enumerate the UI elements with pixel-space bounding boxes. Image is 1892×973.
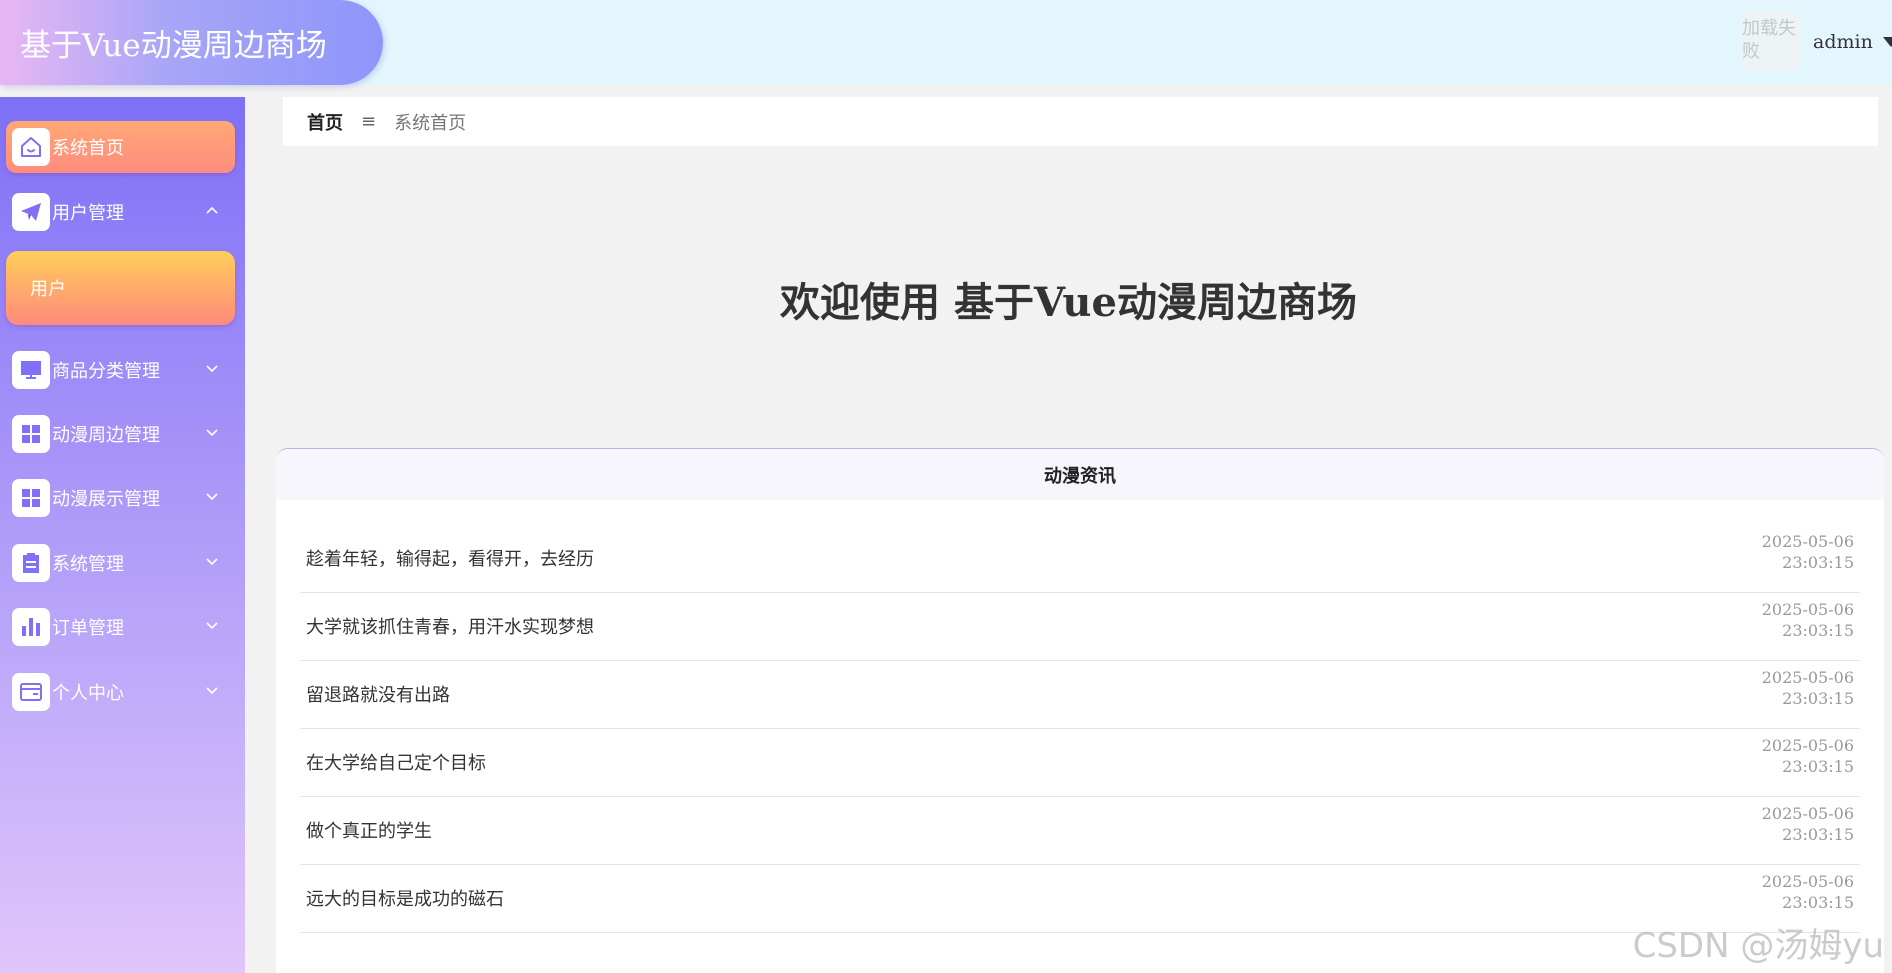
chevron-down-icon bbox=[205, 618, 219, 632]
chevron-down-icon bbox=[205, 489, 219, 503]
sidebar-item-label: 商品分类管理 bbox=[52, 361, 160, 382]
news-item-title[interactable]: 做个真正的学生 bbox=[306, 817, 432, 843]
news-item-title[interactable]: 趁着年轻，输得起，看得开，去经历 bbox=[306, 545, 594, 571]
news-item-title[interactable]: 在大学给自己定个目标 bbox=[306, 749, 486, 775]
sidebar-subitem-label: 用户 bbox=[30, 279, 66, 300]
news-item-timestamp: 2025-05-06 23:03:15 bbox=[1761, 532, 1854, 572]
sidebar-item-display-management[interactable]: 动漫展示管理 bbox=[6, 472, 235, 524]
breadcrumb: 首页 ≡ 系统首页 bbox=[283, 97, 1878, 146]
user-dropdown[interactable]: admin bbox=[1813, 28, 1892, 56]
sidebar-item-label: 用户管理 bbox=[52, 203, 124, 224]
clipboard-icon bbox=[12, 544, 50, 582]
news-item[interactable]: 大学就该抓住青春，用汗水实现梦想 2025-05-06 23:03:15 bbox=[300, 593, 1860, 661]
breadcrumb-home-link[interactable]: 首页 bbox=[307, 109, 343, 135]
avatar[interactable]: 加载失败 bbox=[1741, 12, 1799, 70]
sidebar-item-label: 个人中心 bbox=[52, 683, 124, 704]
news-item-title[interactable]: 远大的目标是成功的磁石 bbox=[306, 885, 504, 911]
news-item-timestamp: 2025-05-06 23:03:15 bbox=[1761, 804, 1854, 844]
news-list: 趁着年轻，输得起，看得开，去经历 2025-05-06 23:03:15 大学就该… bbox=[300, 525, 1860, 933]
chevron-up-icon bbox=[205, 203, 219, 217]
grid-icon bbox=[12, 415, 50, 453]
sidebar-item-system-management[interactable]: 系统管理 bbox=[6, 537, 235, 589]
caret-down-icon bbox=[1882, 37, 1892, 47]
sidebar-item-order-management[interactable]: 订单管理 bbox=[6, 601, 235, 653]
monitor-icon bbox=[12, 351, 50, 389]
sidebar: 系统首页 用户管理 用户 商品分类管理 动漫周边管理 动漫展示管理 系统管理 订… bbox=[0, 97, 245, 973]
news-item-timestamp: 2025-05-06 23:03:15 bbox=[1761, 600, 1854, 640]
news-item[interactable]: 在大学给自己定个目标 2025-05-06 23:03:15 bbox=[300, 729, 1860, 797]
news-item[interactable]: 远大的目标是成功的磁石 2025-05-06 23:03:15 bbox=[300, 865, 1860, 933]
breadcrumb-current: 系统首页 bbox=[394, 112, 467, 134]
welcome-heading: 欢迎使用 基于Vue动漫周边商场 bbox=[780, 279, 1357, 326]
news-item-timestamp: 2025-05-06 23:03:15 bbox=[1761, 668, 1854, 708]
sidebar-subitem-user[interactable]: 用户 bbox=[6, 251, 235, 325]
news-item-timestamp: 2025-05-06 23:03:15 bbox=[1761, 736, 1854, 776]
chevron-down-icon bbox=[205, 361, 219, 375]
sidebar-item-label: 系统管理 bbox=[52, 554, 124, 575]
news-item-title[interactable]: 留退路就没有出路 bbox=[306, 681, 450, 707]
paper-plane-icon bbox=[12, 193, 50, 231]
sidebar-item-home[interactable]: 系统首页 bbox=[6, 121, 235, 173]
bar-chart-icon bbox=[12, 608, 50, 646]
app-title: 基于Vue动漫周边商场 bbox=[20, 28, 327, 64]
news-panel-title: 动漫资讯 bbox=[276, 449, 1884, 500]
sidebar-item-category-management[interactable]: 商品分类管理 bbox=[6, 344, 235, 396]
news-item[interactable]: 做个真正的学生 2025-05-06 23:03:15 bbox=[300, 797, 1860, 865]
wallet-icon bbox=[12, 673, 50, 711]
breadcrumb-separator: ≡ bbox=[361, 111, 377, 132]
news-panel: 动漫资讯 趁着年轻，输得起，看得开，去经历 2025-05-06 23:03:15… bbox=[276, 448, 1884, 973]
sidebar-item-user-management[interactable]: 用户管理 bbox=[6, 186, 235, 238]
news-item[interactable]: 留退路就没有出路 2025-05-06 23:03:15 bbox=[300, 661, 1860, 729]
grid-icon bbox=[12, 479, 50, 517]
top-header: 基于Vue动漫周边商场 加载失败 admin bbox=[0, 0, 1892, 85]
sidebar-item-label: 订单管理 bbox=[52, 618, 124, 639]
sidebar-item-merch-management[interactable]: 动漫周边管理 bbox=[6, 408, 235, 460]
chevron-down-icon bbox=[205, 683, 219, 697]
username: admin bbox=[1813, 31, 1873, 53]
news-item-title[interactable]: 大学就该抓住青春，用汗水实现梦想 bbox=[306, 613, 594, 639]
chevron-down-icon bbox=[205, 554, 219, 568]
home-icon bbox=[12, 128, 50, 166]
sidebar-item-label: 动漫周边管理 bbox=[52, 425, 160, 446]
news-item[interactable]: 趁着年轻，输得起，看得开，去经历 2025-05-06 23:03:15 bbox=[300, 525, 1860, 593]
watermark: CSDN @汤姆yu bbox=[1632, 926, 1884, 966]
sidebar-item-personal-center[interactable]: 个人中心 bbox=[6, 666, 235, 718]
brand-banner: 基于Vue动漫周边商场 bbox=[0, 0, 383, 85]
sidebar-item-label: 动漫展示管理 bbox=[52, 489, 160, 510]
chevron-down-icon bbox=[205, 425, 219, 439]
sidebar-item-label: 系统首页 bbox=[52, 138, 124, 159]
news-item-timestamp: 2025-05-06 23:03:15 bbox=[1761, 872, 1854, 912]
